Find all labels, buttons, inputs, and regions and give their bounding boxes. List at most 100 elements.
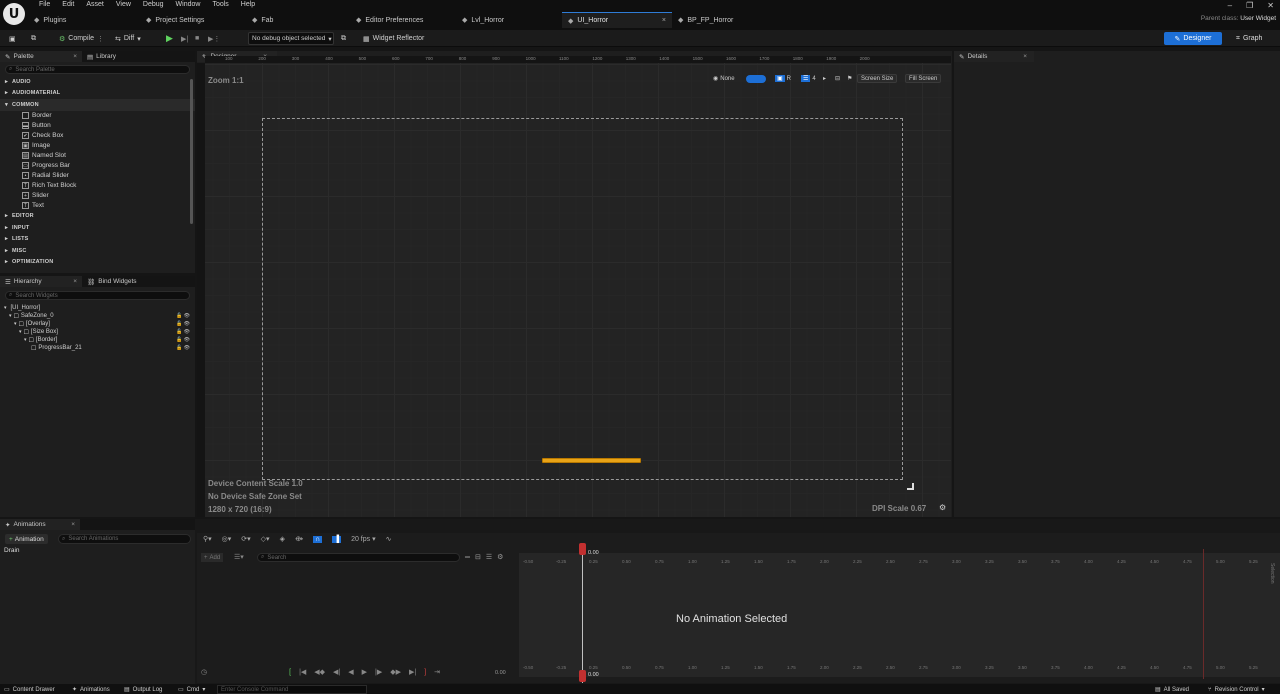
tab-plugins[interactable]: ◆ Plugins: [28, 12, 140, 28]
diff-button[interactable]: ⇆ Diff ▾: [112, 32, 144, 45]
fill-screen-select[interactable]: Fill Screen: [905, 74, 942, 83]
jump-end-icon[interactable]: ▶|: [409, 668, 416, 676]
menu-edit[interactable]: Edit: [56, 1, 80, 11]
clock-icon[interactable]: ◷: [201, 668, 207, 676]
collapse-icon[interactable]: ═: [465, 554, 470, 561]
tab-palette[interactable]: ✎ Palette ×: [0, 51, 82, 62]
hierarchy-row[interactable]: ▾ ☐ [Overlay] 🔓 👁: [0, 320, 195, 328]
palette-item[interactable]: ▤ Named Slot: [0, 151, 195, 161]
filter-icon[interactable]: ☰▾: [234, 553, 244, 561]
palette-category[interactable]: ▸ LISTS: [0, 234, 195, 246]
menu-debug[interactable]: Debug: [137, 1, 170, 11]
tab-lvl-horror[interactable]: ◆ Lvl_Horror: [456, 12, 562, 28]
hierarchy-row[interactable]: ▾ [UI_Horror]: [0, 304, 195, 312]
palette-item[interactable]: Border: [0, 111, 195, 121]
close-window-icon[interactable]: ✕: [1267, 1, 1274, 10]
tab-bind-widgets[interactable]: ⛓ Bind Widgets: [82, 276, 142, 287]
palette-item[interactable]: ▭ Progress Bar: [0, 161, 195, 171]
selection-side-tab[interactable]: Selection: [1269, 563, 1275, 584]
palette-category[interactable]: ▸ EDITOR: [0, 211, 195, 223]
tab-fab[interactable]: ◆ Fab: [246, 12, 350, 28]
flag-icon[interactable]: ⚑: [847, 74, 852, 83]
designer-mode-button[interactable]: ✎ Designer: [1164, 32, 1222, 45]
eject-button[interactable]: ▶⋮: [205, 32, 223, 45]
close-icon[interactable]: ×: [73, 53, 77, 60]
compile-button[interactable]: ⚙ Compile ⋮: [56, 32, 107, 45]
animations-drawer-button[interactable]: ✦ Animations: [72, 685, 110, 694]
palette-scrollbar[interactable]: [190, 79, 193, 224]
console-input[interactable]: Enter Console Command: [217, 685, 367, 694]
prev-key-icon[interactable]: ◀◆: [314, 668, 325, 676]
palette-item[interactable]: T Rich Text Block: [0, 181, 195, 191]
menu-asset[interactable]: Asset: [80, 1, 110, 11]
hierarchy-row[interactable]: ▾ ☐ SafeZone_0 🔓 👁: [0, 312, 195, 320]
close-icon[interactable]: ×: [71, 521, 75, 528]
menu-tools[interactable]: Tools: [206, 1, 234, 11]
list-icon[interactable]: ☰: [486, 553, 492, 561]
palette-item[interactable]: + Slider: [0, 191, 195, 201]
play-preview-icon[interactable]: ▸: [823, 74, 826, 83]
screen-size-select[interactable]: Screen Size: [857, 74, 898, 83]
tab-details[interactable]: ✎ Details ×: [954, 51, 1032, 62]
palette-search-input[interactable]: ⌕ Search Palette: [5, 65, 190, 74]
widget-reflector-button[interactable]: ▦ Widget Reflector: [360, 32, 427, 45]
settings-icon[interactable]: ⚙: [497, 553, 503, 561]
palette-category[interactable]: ▸ INPUT: [0, 222, 195, 234]
palette-category[interactable]: ▸ AUDIOMATERIAL: [0, 88, 195, 100]
key-icon[interactable]: ⚲▾: [203, 535, 212, 543]
hierarchy-row[interactable]: ☐ ProgressBar_21 🔓 👁: [0, 344, 195, 352]
lock-toggle[interactable]: [746, 74, 766, 83]
unreal-logo-icon[interactable]: U: [3, 3, 25, 25]
expand-icon[interactable]: ⊟: [475, 553, 481, 561]
timeline-track-area[interactable]: [519, 553, 1280, 677]
palette-item[interactable]: ✔ Check Box: [0, 131, 195, 141]
playhead-handle-bottom[interactable]: [579, 670, 586, 682]
loop-icon[interactable]: ⇥: [434, 668, 440, 676]
snap-icon[interactable]: ⟴: [295, 535, 303, 543]
palette-category[interactable]: ▾ COMMON: [0, 99, 195, 111]
menu-file[interactable]: File: [33, 1, 56, 11]
parent-class-value[interactable]: User Widget: [1240, 15, 1276, 22]
add-track-button[interactable]: + Add: [201, 553, 224, 562]
visibility-icon[interactable]: 🔓 👁: [176, 313, 190, 319]
preview-none-control[interactable]: ◉ None: [713, 74, 735, 83]
jump-start-icon[interactable]: |◀: [299, 668, 306, 676]
palette-category[interactable]: ▸ MISC: [0, 245, 195, 257]
next-key-icon[interactable]: ◆▶: [390, 668, 401, 676]
magnet-icon[interactable]: ∩: [313, 535, 323, 543]
save-icon[interactable]: ▣: [6, 32, 19, 45]
menu-view[interactable]: View: [110, 1, 137, 11]
stop-button[interactable]: ■: [192, 32, 202, 45]
add-animation-button[interactable]: + Animation: [5, 534, 48, 544]
current-time-field[interactable]: 0.00: [495, 670, 506, 676]
progress-bar-widget[interactable]: [542, 458, 641, 463]
auto-key-icon[interactable]: ◈: [280, 535, 285, 543]
end-marker[interactable]: [1203, 549, 1204, 679]
visibility-icon[interactable]: 🔓 👁: [176, 329, 190, 335]
menu-window[interactable]: Window: [170, 1, 207, 11]
content-drawer-button[interactable]: ▭ Content Drawer: [4, 685, 55, 694]
chevron-down-icon[interactable]: ▾: [4, 305, 7, 311]
transform-icon[interactable]: ⟳▾: [241, 535, 250, 543]
restore-icon[interactable]: ❐: [1246, 1, 1253, 10]
palette-item[interactable]: T Text: [0, 201, 195, 211]
revision-control-button[interactable]: ⑂ Revision Control ▾: [1208, 685, 1265, 694]
respect-locks-toggle[interactable]: ▣ R: [775, 74, 791, 83]
playhead-line[interactable]: [582, 543, 583, 683]
palette-category[interactable]: ▸ OPTIMIZATION: [0, 257, 195, 269]
close-icon[interactable]: ×: [1023, 53, 1027, 60]
track-search-input[interactable]: ⌕ Search: [257, 553, 460, 562]
debug-find-icon[interactable]: ⧉: [338, 32, 349, 45]
tab-hierarchy[interactable]: ☰ Hierarchy ×: [0, 276, 82, 287]
menu-help[interactable]: Help: [235, 1, 261, 11]
out-marker-icon[interactable]: ]: [424, 669, 426, 676]
save-status[interactable]: ▤ All Saved: [1155, 685, 1189, 694]
hierarchy-row[interactable]: ▾ ☐ [Size Box] 🔓 👁: [0, 328, 195, 336]
playhead-handle[interactable]: [579, 543, 586, 555]
visibility-icon[interactable]: 🔓 👁: [176, 321, 190, 327]
diamond-icon[interactable]: ◇▾: [261, 535, 270, 543]
tab-animations[interactable]: ✦ Animations ×: [0, 519, 80, 530]
play-button[interactable]: ▶: [163, 32, 176, 45]
frame-icon[interactable]: ▐: [332, 535, 342, 543]
step-button[interactable]: ▶|: [178, 32, 191, 45]
